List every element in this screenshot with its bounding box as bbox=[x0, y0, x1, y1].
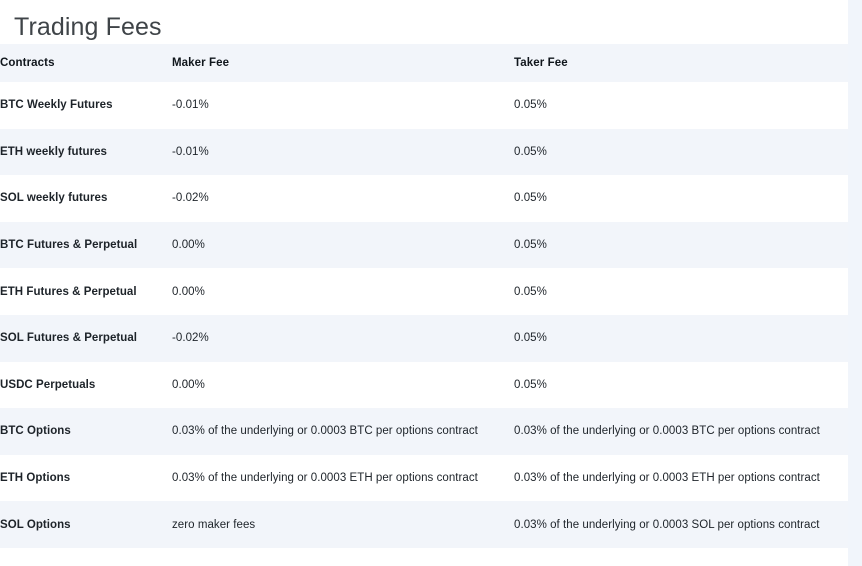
table-body: BTC Weekly Futures -0.01% 0.05% ETH week… bbox=[0, 82, 848, 548]
cell-taker-fee: 0.05% bbox=[514, 192, 547, 205]
cell-contract: SOL Futures & Perpetual bbox=[0, 332, 138, 345]
trading-fees-table: Contracts Maker Fee Taker Fee BTC Weekly… bbox=[0, 44, 848, 548]
table-row: BTC Futures & Perpetual 0.00% 0.05% bbox=[0, 221, 848, 269]
cell-contract: BTC Futures & Perpetual bbox=[0, 239, 138, 252]
cell-maker-fee: 0.00% bbox=[172, 239, 205, 252]
cell-taker-fee: 0.05% bbox=[514, 285, 547, 298]
cell-taker-fee: 0.05% bbox=[514, 99, 547, 112]
cell-contract: BTC Options bbox=[0, 425, 71, 438]
table-row: BTC Options 0.03% of the underlying or 0… bbox=[0, 408, 848, 455]
cell-maker-fee: 0.00% bbox=[172, 285, 205, 298]
cell-taker-fee: 0.05% bbox=[514, 145, 547, 158]
cell-maker-fee: -0.02% bbox=[172, 332, 209, 345]
cell-maker-fee: -0.02% bbox=[172, 192, 209, 205]
cell-taker-fee: 0.05% bbox=[514, 378, 547, 391]
cell-taker-fee: 0.05% bbox=[514, 332, 547, 345]
table-row: ETH weekly futures -0.01% 0.05% bbox=[0, 128, 848, 176]
cell-maker-fee: 0.03% of the underlying or 0.0003 BTC pe… bbox=[172, 425, 478, 438]
cell-taker-fee: 0.03% of the underlying or 0.0003 BTC pe… bbox=[514, 425, 820, 438]
cell-maker-fee: -0.01% bbox=[172, 145, 209, 158]
cell-contract: SOL Options bbox=[0, 518, 71, 531]
cell-taker-fee: 0.05% bbox=[514, 239, 547, 252]
cell-contract: ETH weekly futures bbox=[0, 145, 107, 158]
page-content: Trading Fees Contracts Maker Fee Taker F… bbox=[0, 0, 848, 566]
table-row: ETH Options 0.03% of the underlying or 0… bbox=[0, 454, 848, 502]
table-row: ETH Futures & Perpetual 0.00% 0.05% bbox=[0, 268, 848, 315]
column-header-contracts: Contracts bbox=[0, 44, 172, 82]
page-right-gutter bbox=[848, 0, 862, 566]
column-header-taker-fee: Taker Fee bbox=[514, 44, 848, 82]
cell-maker-fee: 0.03% of the underlying or 0.0003 ETH pe… bbox=[172, 472, 478, 485]
table-header-row: Contracts Maker Fee Taker Fee bbox=[0, 44, 848, 82]
table-row: BTC Weekly Futures -0.01% 0.05% bbox=[0, 82, 848, 129]
table-row: SOL Futures & Perpetual -0.02% 0.05% bbox=[0, 314, 848, 362]
cell-maker-fee: 0.00% bbox=[172, 378, 205, 391]
cell-contract: USDC Perpetuals bbox=[0, 378, 96, 391]
cell-contract: ETH Futures & Perpetual bbox=[0, 285, 137, 298]
cell-taker-fee: 0.03% of the underlying or 0.0003 ETH pe… bbox=[514, 472, 820, 485]
cell-contract: SOL weekly futures bbox=[0, 192, 108, 205]
cell-maker-fee: zero maker fees bbox=[172, 518, 256, 531]
cell-contract: ETH Options bbox=[0, 472, 71, 485]
trading-fees-page: Trading Fees Contracts Maker Fee Taker F… bbox=[0, 0, 862, 566]
table-row: SOL weekly futures -0.02% 0.05% bbox=[0, 175, 848, 222]
column-header-maker-fee: Maker Fee bbox=[172, 44, 514, 82]
table-row: USDC Perpetuals 0.00% 0.05% bbox=[0, 361, 848, 409]
cell-taker-fee: 0.03% of the underlying or 0.0003 SOL pe… bbox=[514, 518, 820, 531]
table-header: Contracts Maker Fee Taker Fee bbox=[0, 44, 848, 82]
page-title: Trading Fees bbox=[14, 13, 162, 41]
cell-contract: BTC Weekly Futures bbox=[0, 99, 113, 112]
table-row: SOL Options zero maker fees 0.03% of the… bbox=[0, 501, 848, 548]
cell-maker-fee: -0.01% bbox=[172, 99, 209, 112]
